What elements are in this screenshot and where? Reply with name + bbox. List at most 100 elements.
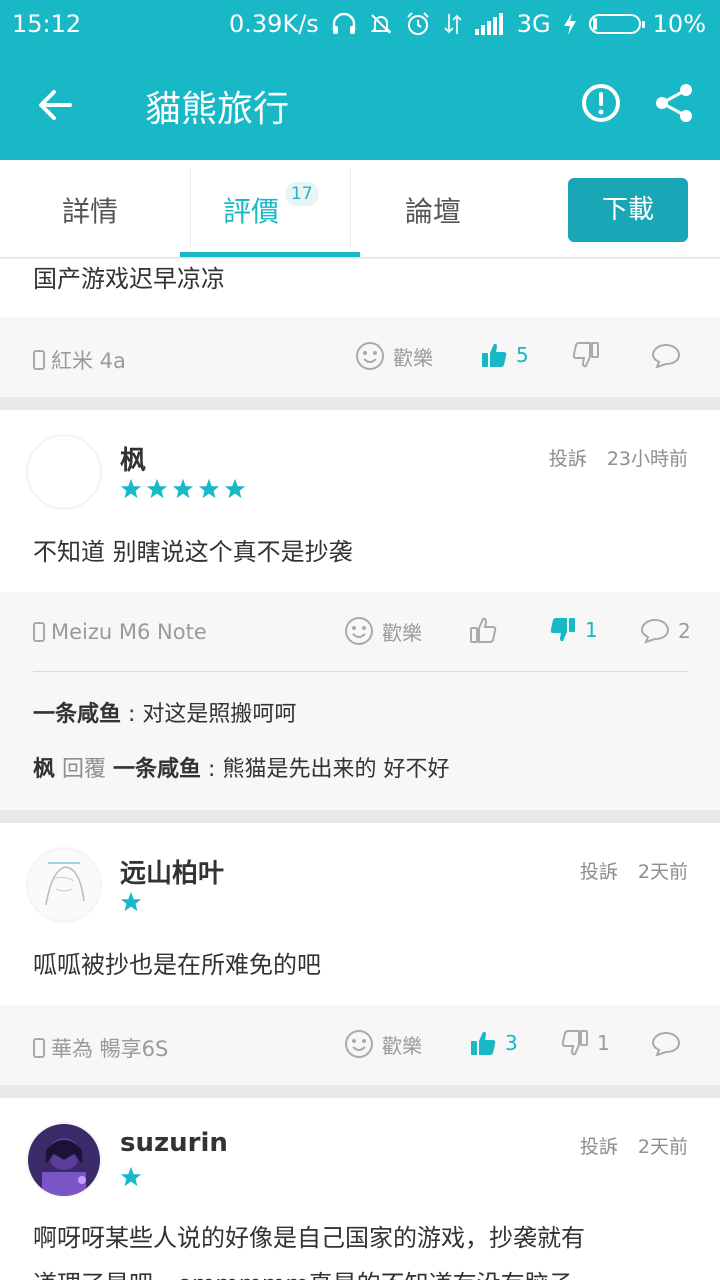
review-meta-bar: 紅米 4a 歡樂 5 [0,317,720,397]
emote-label: 歡樂 [382,1033,422,1058]
reply-count: 2 [678,619,691,643]
status-bar: 15:12 0.39K/s 3G 10% [0,0,720,50]
charging-icon [563,13,576,35]
avatar[interactable] [28,436,100,508]
review-card: 远山柏叶 投訴 2天前 呱呱被抄也是在所难免的吧 [0,823,720,1005]
dislike-button[interactable]: 1 [561,1029,610,1057]
device-name: 華為 暢享6S [51,1037,169,1061]
report-link[interactable]: 投訴 [580,1132,618,1159]
star-icon [120,478,142,499]
page-title: 貓熊旅行 [145,89,290,130]
dislike-button[interactable] [572,341,600,369]
star-icon [172,478,194,499]
reply-item[interactable]: 一条咸鱼 : 对这是照搬呵呵 [33,696,296,728]
network-speed: 0.39K/s [229,10,319,38]
like-button[interactable]: 5 [480,341,529,369]
reply-word: 回覆 [62,757,107,782]
thumbs-up-filled-icon [471,1031,496,1055]
report-icon[interactable] [578,80,624,126]
share-icon[interactable] [652,80,698,126]
download-button[interactable]: 下載 [568,178,688,242]
comment-bubble-icon [651,1031,681,1057]
phone-icon [33,350,45,370]
tab-reviews[interactable]: 評價 17 [223,182,319,230]
dislike-button[interactable]: 1 [549,616,598,644]
star-icon [224,478,246,499]
thumbs-up-filled-icon [482,343,507,367]
review-comment: 国产游戏迟早凉凉 [33,265,225,293]
device-info: 華為 暢享6S [33,1033,168,1063]
like-count: 3 [505,1031,518,1055]
comment-bubble-icon [651,343,681,369]
review-comment: 呱呱被抄也是在所难免的吧 [33,951,321,979]
star-icon [146,478,168,499]
tab-forum[interactable]: 論壇 [405,190,461,230]
tab-divider [190,168,191,250]
emote-button[interactable]: 歡樂 [344,616,422,646]
review-comment: 啊呀呀某些人说的好像是自己国家的游戏，抄袭就有 [33,1224,585,1252]
tab-divider [350,168,351,250]
review-comment: 道理了是吧，emmmmm真是的不知道有没有脑子 [33,1264,573,1280]
star-rating [120,1166,142,1188]
review-meta-bar: 華為 暢享6S 歡樂 3 1 [0,1005,720,1085]
avatar[interactable] [28,849,100,921]
reply-text: 熊猫是先出来的 好不好 [222,757,450,782]
avatar[interactable] [28,1124,100,1196]
reply-button[interactable]: 2 [640,618,691,644]
app-bar: 貓熊旅行 [0,50,720,160]
review-comment: 不知道 别瞎说这个真不是抄袭 [33,538,353,566]
reply-target[interactable]: 一条咸鱼 [113,757,201,782]
review-time: 2天前 [637,861,688,883]
review-card: suzurin 投訴 2天前 啊呀呀某些人说的好像是自己国家的游戏，抄袭就有 道… [0,1098,720,1280]
report-link[interactable]: 投訴 [580,857,618,884]
phone-icon [33,1038,45,1058]
signal-icon [474,13,503,35]
smiley-icon [356,342,384,370]
battery-fill [592,18,597,30]
battery-icon [588,14,645,34]
reply-text: 对这是照搬呵呵 [142,702,297,727]
emote-button[interactable]: 歡樂 [355,341,433,371]
like-count: 5 [516,343,529,367]
reply-button[interactable] [651,343,681,369]
review-meta: 投訴 23小時前 [549,444,688,471]
review-meta: 投訴 2天前 [580,1132,688,1159]
like-button[interactable] [469,616,497,644]
phone-icon [33,622,45,642]
tab-reviews-label: 評價 [223,195,280,228]
thumbs-down-icon [561,1030,588,1056]
username[interactable]: 远山柏叶 [120,853,224,890]
reply-author[interactable]: 枫 [33,757,55,782]
arrow-left-icon[interactable] [30,80,80,130]
star-icon [198,478,220,499]
reply-button[interactable] [651,1031,681,1057]
data-transfer-icon [444,14,462,34]
review-time: 23小時前 [606,448,688,470]
report-link[interactable]: 投訴 [549,444,587,471]
device-name: Meizu M6 Note [51,620,207,644]
sketch-avatar-image [28,849,100,921]
device-info: 紅米 4a [33,345,126,375]
username[interactable]: 枫 [120,440,146,477]
comment-bubble-icon [640,618,670,644]
smiley-icon [345,617,373,645]
mute-bell-icon [370,14,392,34]
thumbs-down-icon [572,342,599,368]
dislike-count: 1 [597,1031,610,1055]
username[interactable]: suzurin [120,1128,228,1158]
star-icon [120,891,142,912]
reply-divider [33,671,688,672]
smiley-icon [345,1030,373,1058]
reply-item[interactable]: 枫 回覆 一条咸鱼 : 熊猫是先出来的 好不好 [33,751,449,783]
card-separator [0,810,720,823]
active-tab-indicator [180,252,360,257]
like-button[interactable]: 3 [469,1029,518,1057]
tab-details[interactable]: 詳情 [62,190,118,230]
reply-author[interactable]: 一条咸鱼 [33,702,121,727]
review-meta-bar: Meizu M6 Note 歡樂 1 2 一条咸鱼 : 对这是照搬呵呵 枫 回覆… [0,592,720,810]
emote-button[interactable]: 歡樂 [344,1029,422,1059]
status-right: 0.39K/s 3G 10% [229,10,706,38]
star-rating [120,891,142,913]
emote-label: 歡樂 [382,620,422,645]
reviews-count-badge: 17 [285,182,319,206]
